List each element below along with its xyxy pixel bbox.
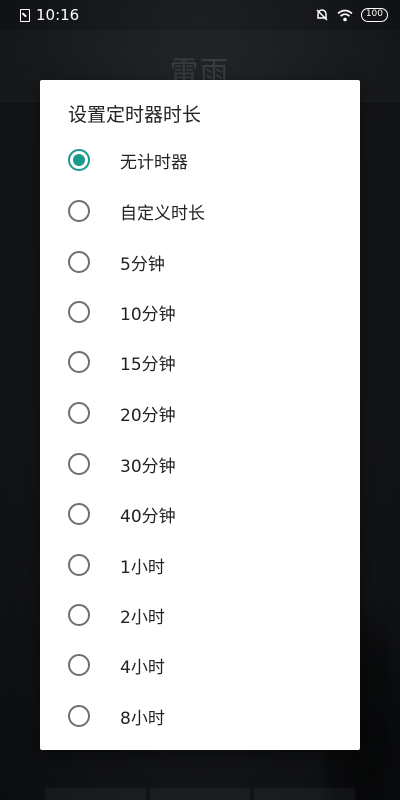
timer-option-label: 4小时 [120,657,165,678]
dialog-title: 设置定时器时长 [68,104,202,126]
status-bar: 10:16 100 [0,0,400,30]
radio-button-icon[interactable] [68,503,90,525]
timer-dialog: 设置定时器时长 无计时器 自定义时长 5分钟 10分钟 15分钟 20分钟 30… [40,80,360,750]
wifi-icon [337,9,353,21]
timer-option[interactable]: 2小时 [40,590,360,640]
radio-button-icon[interactable] [68,453,90,475]
timer-option[interactable]: 10分钟 [40,287,360,337]
timer-option[interactable]: 4小时 [40,640,360,690]
timer-option[interactable]: 30分钟 [40,439,360,489]
timer-option-label: 10分钟 [120,304,176,325]
timer-option[interactable]: 自定义时长 [40,186,360,236]
radio-button-icon[interactable] [68,301,90,323]
timer-option-label: 20分钟 [120,405,176,426]
radio-button-icon[interactable] [68,554,90,576]
radio-button-icon[interactable] [68,251,90,273]
timer-option[interactable]: 20分钟 [40,388,360,438]
radio-button-icon[interactable] [68,654,90,676]
timer-option-label: 15分钟 [120,354,176,375]
timer-option-label: 8小时 [120,708,165,729]
timer-option[interactable]: 5分钟 [40,237,360,287]
radio-button-icon[interactable] [68,402,90,424]
radio-button-icon[interactable] [68,604,90,626]
timer-option[interactable]: 15分钟 [40,337,360,387]
timer-option[interactable]: 40分钟 [40,489,360,539]
timer-option-label: 1小时 [120,557,165,578]
radio-button-checked-icon[interactable] [68,149,90,171]
battery-icon: 100 [360,8,388,22]
mute-bell-icon [316,9,328,21]
radio-button-icon[interactable] [68,705,90,727]
timer-option-label: 自定义时长 [120,203,205,224]
radio-button-icon[interactable] [68,351,90,373]
timer-option[interactable]: 1小时 [40,540,360,590]
timer-option[interactable]: 8小时 [40,691,360,741]
status-time: 10:16 [36,6,80,24]
timer-option[interactable]: 无计时器 [40,135,360,185]
timer-option-label: 5分钟 [120,254,165,275]
timer-option-label: 30分钟 [120,456,176,477]
timer-option-label: 无计时器 [120,152,188,173]
timer-option-label: 2小时 [120,607,165,628]
radio-button-icon[interactable] [68,200,90,222]
timer-option-label: 40分钟 [120,506,176,527]
sim-icon [20,8,30,22]
